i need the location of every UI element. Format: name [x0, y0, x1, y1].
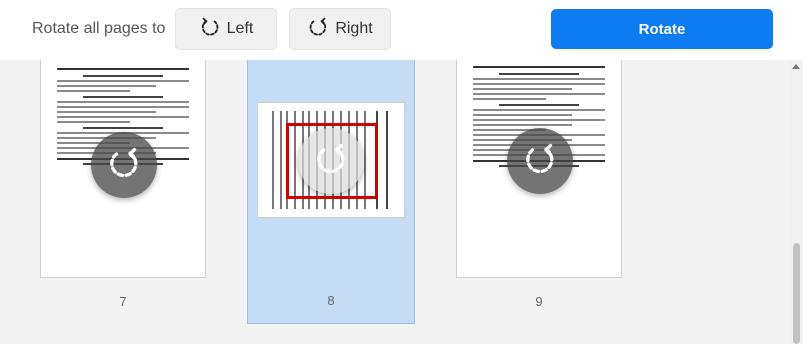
page-thumbnails-area: 7 8 9	[0, 60, 803, 344]
rotate-toolbar: Rotate all pages to Left Right Rotate	[0, 0, 803, 60]
page-thumbnail-9[interactable]	[456, 60, 622, 278]
rotate-left-button[interactable]: Left	[175, 8, 277, 50]
rotate-page-8-button[interactable]	[298, 128, 364, 194]
scroll-up-icon[interactable]	[792, 64, 800, 69]
rotate-all-label: Rotate all pages to	[32, 20, 166, 37]
page-number-7: 7	[119, 294, 127, 309]
rotate-clockwise-icon	[522, 141, 558, 182]
page-number-9: 9	[535, 294, 543, 309]
page-number-8: 8	[327, 293, 335, 308]
rotate-left-label: Left	[226, 20, 254, 37]
rotate-clockwise-icon	[313, 141, 349, 182]
rotate-right-icon	[307, 16, 329, 43]
page-thumbnail-7[interactable]	[40, 60, 206, 278]
rotate-right-label: Right	[335, 20, 373, 37]
scrollbar-thumb[interactable]	[793, 243, 800, 344]
vertical-scrollbar[interactable]	[789, 60, 803, 344]
rotate-page-9-button[interactable]	[507, 128, 573, 194]
rotate-clockwise-icon	[106, 145, 142, 186]
rotate-right-button[interactable]: Right	[289, 8, 391, 50]
rotate-page-7-button[interactable]	[91, 132, 157, 198]
page-thumbnail-8[interactable]	[257, 102, 405, 218]
rotate-button[interactable]: Rotate	[551, 9, 773, 49]
rotate-left-icon	[199, 16, 221, 43]
